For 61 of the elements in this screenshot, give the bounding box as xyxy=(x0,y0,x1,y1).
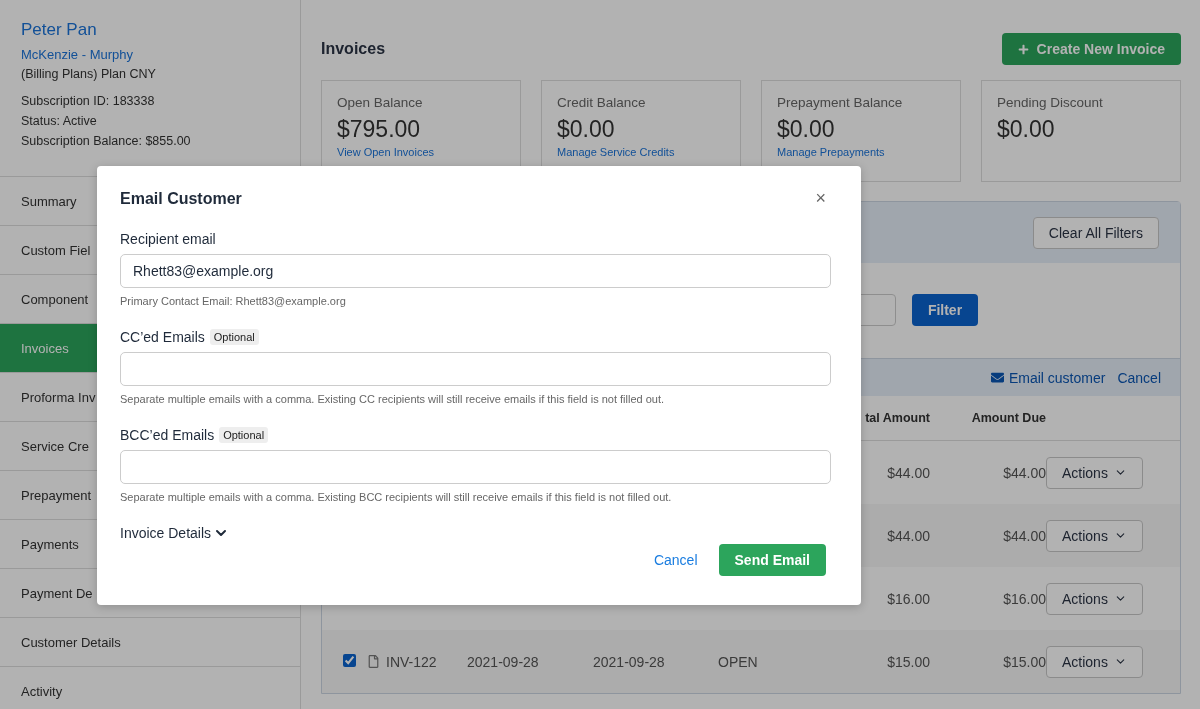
help-text: Separate multiple emails with a comma. Existing BCC recipients will still receive emails if this field is not filled out. xyxy=(120,491,673,503)
table-cell-text: $44.00 xyxy=(1002,527,1046,544)
table-cell-text: $16.00 xyxy=(886,590,930,607)
row-checkbox[interactable] xyxy=(343,653,356,667)
card-label: Credit Balance xyxy=(557,95,647,110)
help-text: Primary Contact Email: Rhett83@example.org xyxy=(120,295,347,307)
company-link[interactable]: McKenzie - Murphy xyxy=(21,47,279,62)
table-cell-text: $15.00 xyxy=(886,653,930,670)
envelope-icon xyxy=(990,371,1004,384)
invoice-details-toggle[interactable]: Invoice Details xyxy=(120,525,230,541)
plan-name: (Billing Plans) Plan CNY xyxy=(21,67,157,81)
column-header: Amount Due xyxy=(970,411,1046,425)
optional-tag: Optional xyxy=(209,329,259,345)
document-icon xyxy=(367,655,380,668)
table-cell-text: OPEN xyxy=(718,653,759,670)
card-link[interactable]: Manage Prepayments xyxy=(777,146,945,158)
card-label: Open Balance xyxy=(337,95,424,110)
table-cell-text: $16.00 xyxy=(1002,590,1046,607)
card-link[interactable]: View Open Invoices xyxy=(337,146,505,158)
create-invoice-button[interactable]: Create New Invoice xyxy=(1001,33,1181,65)
actions-button[interactable]: Actions xyxy=(1046,645,1143,678)
email-field[interactable]: Rhett83@example.org xyxy=(120,254,831,288)
field-label: CC’ed Emails xyxy=(120,329,205,345)
cancel-button[interactable]: Cancel xyxy=(647,551,704,569)
table-cell-text: 2021-09-28 xyxy=(467,653,540,670)
card-amount: $0.00 xyxy=(557,116,616,143)
clear-filters-button[interactable]: Clear All Filters xyxy=(1032,216,1159,249)
subscription-detail: Subscription Balance: $855.00 xyxy=(21,134,192,148)
filter-button[interactable]: Filter xyxy=(912,293,978,326)
table-cell-text: $44.00 xyxy=(886,464,930,481)
card-link[interactable]: Manage Service Credits xyxy=(557,146,725,158)
actions-button[interactable]: Actions xyxy=(1046,519,1143,552)
column-header: tal Amount xyxy=(864,411,930,425)
email-customer-link[interactable]: Email customer xyxy=(990,369,1106,386)
email-field[interactable] xyxy=(120,450,831,484)
help-text: Separate multiple emails with a comma. Existing CC recipients will still receive emails if this field is not filled out. xyxy=(120,393,666,405)
email-field[interactable] xyxy=(120,352,831,386)
table-cell-text: $15.00 xyxy=(1002,653,1046,670)
field-label: Recipient email xyxy=(120,231,216,247)
dialog-title: Email Customer xyxy=(120,189,242,208)
table-cell-text: $44.00 xyxy=(1002,464,1046,481)
card-amount: $0.00 xyxy=(777,116,836,143)
customer-name[interactable]: Peter Pan xyxy=(21,20,279,40)
card-amount: $0.00 xyxy=(997,116,1056,143)
subscription-detail: Status: Active xyxy=(21,114,98,128)
close-button[interactable]: × xyxy=(815,188,838,209)
table-cell-text: 2021-09-28 xyxy=(593,653,666,670)
plus-icon xyxy=(1017,43,1029,55)
field-label: BCC’ed Emails xyxy=(120,427,215,443)
table-cell: INV-122 xyxy=(386,653,437,670)
card-amount: $795.00 xyxy=(337,116,422,143)
actions-button[interactable]: Actions xyxy=(1046,582,1143,615)
optional-tag: Optional xyxy=(219,427,269,443)
send-email-button[interactable]: Send Email xyxy=(718,544,826,576)
cancel-link[interactable]: Cancel xyxy=(1117,369,1161,386)
actions-button[interactable]: Actions xyxy=(1046,456,1143,489)
card-label: Pending Discount xyxy=(997,95,1104,110)
subscription-detail: Subscription ID: 183338 xyxy=(21,94,156,108)
table-cell-text: $44.00 xyxy=(886,527,930,544)
page-title: Invoices xyxy=(321,40,386,58)
card-label: Prepayment Balance xyxy=(777,95,904,110)
